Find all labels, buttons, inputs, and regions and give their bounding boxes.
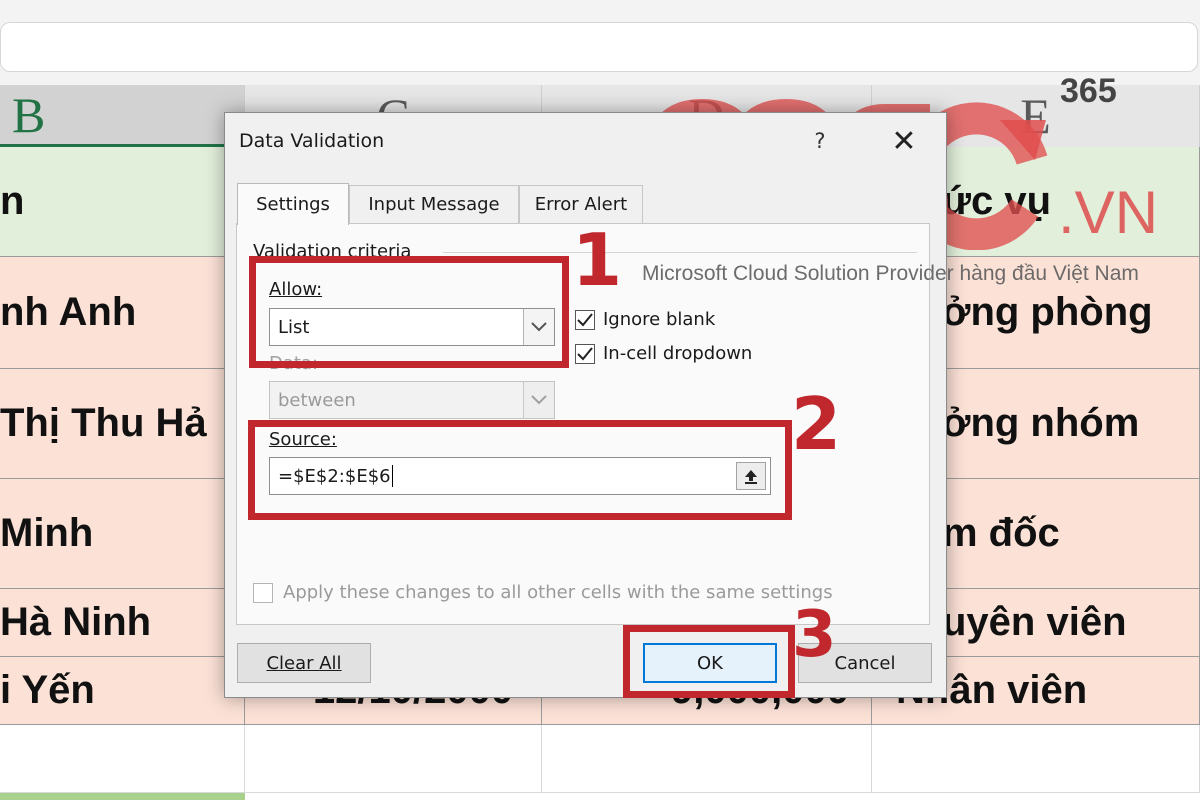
cell-b-row2[interactable]: Thị Thu Hả [0, 369, 245, 479]
help-button[interactable]: ? [803, 125, 837, 157]
apply-all-label: Apply these changes to all other cells w… [283, 582, 833, 603]
step-number-2: 2 [791, 382, 842, 466]
cell-b-row3[interactable]: Minh [0, 479, 245, 589]
step-number-1: 1 [572, 218, 623, 302]
cell-e-row6[interactable] [872, 725, 1200, 793]
tab-input-message[interactable]: Input Message [349, 185, 519, 223]
close-icon[interactable]: ✕ [885, 123, 923, 159]
ignore-blank-label: Ignore blank [603, 309, 716, 330]
clear-all-label: Clear All [266, 652, 342, 674]
cell-d-row6[interactable] [542, 725, 872, 793]
formula-input[interactable] [0, 22, 1198, 72]
cell-b-row5[interactable]: i Yến [0, 657, 245, 725]
brand-vn: .VN [1058, 179, 1159, 246]
cell-b-row6[interactable] [0, 725, 245, 793]
tab-settings[interactable]: Settings [237, 183, 349, 225]
brand-tagline: Microsoft Cloud Solution Provider hàng đ… [642, 262, 1139, 285]
criteria-divider [443, 252, 917, 253]
data-value: between [278, 389, 356, 411]
clear-all-button[interactable]: Clear All [237, 643, 371, 683]
cell-b-row1[interactable]: nh Anh [0, 257, 245, 369]
brand-365: 365 [1060, 72, 1117, 110]
column-header-b[interactable]: B [0, 85, 245, 147]
cell-b-row4[interactable]: Hà Ninh [0, 589, 245, 657]
highlight-box-allow [249, 256, 569, 368]
step-number-3: 3 [792, 598, 837, 672]
in-cell-dropdown-checkbox[interactable] [575, 344, 595, 364]
highlight-box-ok [623, 625, 795, 698]
cell-b-header[interactable]: n [0, 147, 245, 257]
data-combobox: between [269, 381, 555, 419]
dialog-title: Data Validation [239, 130, 385, 152]
chevron-down-icon [523, 382, 554, 418]
cell-b-row7[interactable] [0, 793, 245, 800]
cell-c-row6[interactable] [245, 725, 542, 793]
in-cell-dropdown-label: In-cell dropdown [603, 343, 753, 364]
ignore-blank-checkbox[interactable] [575, 310, 595, 330]
highlight-box-source [248, 420, 792, 520]
apply-all-checkbox [253, 583, 273, 603]
